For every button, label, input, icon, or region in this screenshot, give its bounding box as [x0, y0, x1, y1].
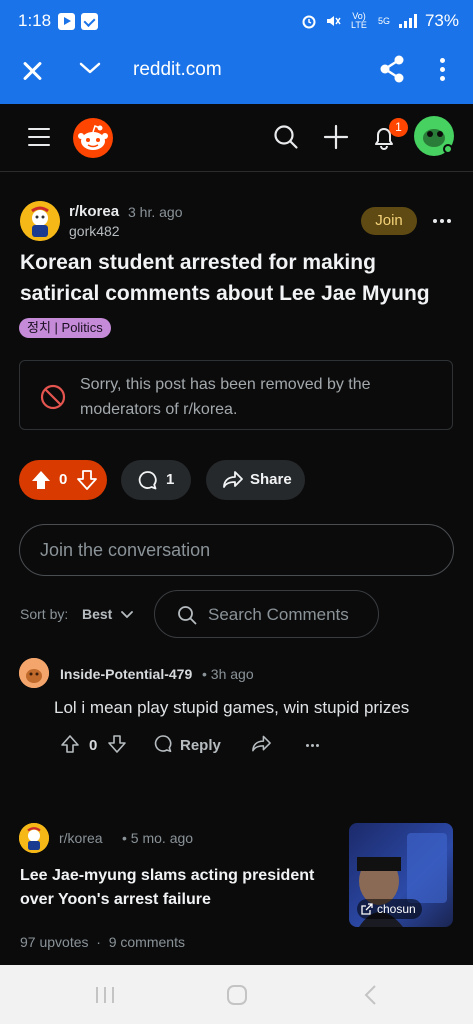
home-icon[interactable]: [226, 984, 248, 1006]
join-conversation-placeholder: Join the conversation: [40, 540, 211, 560]
post-author[interactable]: gork482: [69, 223, 120, 239]
removed-notice-text: Sorry, this post has been removed by the…: [80, 376, 371, 418]
mute-icon: [326, 16, 341, 26]
related-time: • 5 mo. ago: [122, 830, 194, 846]
user-avatar[interactable]: [414, 116, 454, 156]
search-comments-placeholder: Search Comments: [208, 605, 349, 624]
battery-percent: 73%: [424, 11, 459, 30]
comment-count: 1: [166, 471, 175, 488]
comment-time: • 3h ago: [202, 666, 254, 682]
sort-label: Sort by:: [20, 606, 69, 622]
signal-icon: [398, 14, 417, 28]
search-comments-input[interactable]: Search Comments: [154, 590, 379, 638]
comment-downvote-icon[interactable]: [107, 734, 127, 754]
create-post-icon[interactable]: [323, 124, 349, 150]
post-options-icon[interactable]: [433, 219, 451, 223]
overflow-menu-icon[interactable]: [440, 58, 446, 85]
source-badge[interactable]: chosun: [357, 899, 422, 919]
reddit-logo-icon[interactable]: [73, 118, 113, 158]
comment-options-icon[interactable]: [306, 744, 319, 747]
comments-button[interactable]: 1: [121, 460, 191, 500]
share-arrow-icon: [223, 471, 243, 488]
share-label: Share: [250, 471, 292, 488]
comment-body: Lol i mean play stupid games, win stupid…: [54, 698, 410, 717]
youtube-icon: [58, 13, 75, 30]
upvote-icon[interactable]: [31, 470, 51, 490]
vote-control: 0: [19, 460, 107, 500]
join-button[interactable]: Join: [361, 207, 417, 235]
related-stats: 97 upvotes · 9 comments: [20, 934, 185, 950]
chevron-down-icon[interactable]: [120, 607, 134, 621]
downvote-icon[interactable]: [77, 470, 97, 490]
back-icon[interactable]: [362, 984, 378, 1006]
network-5g: 5G: [377, 15, 390, 26]
post-title: Korean student arrested for making satir…: [20, 251, 430, 305]
system-nav-bar: [0, 965, 473, 1024]
status-time: 1:18: [18, 11, 52, 30]
removed-notice: Sorry, this post has been removed by the…: [19, 360, 453, 430]
external-link-icon: [361, 903, 373, 915]
search-icon: [178, 606, 197, 625]
comment-icon: [138, 471, 157, 490]
share-button[interactable]: Share: [206, 460, 305, 500]
network-lte: Vo) LTE: [351, 11, 367, 30]
reddit-header: 1: [0, 104, 473, 172]
status-right: Vo) LTE 5G 73%: [301, 11, 459, 31]
browser-toolbar: reddit.com: [0, 44, 473, 104]
reply-button[interactable]: Reply: [180, 737, 221, 754]
comment-share-icon[interactable]: [251, 734, 272, 754]
sort-dropdown[interactable]: Best: [82, 606, 112, 622]
search-icon[interactable]: [273, 124, 299, 150]
alarm-icon: [302, 15, 316, 29]
related-thumbnail[interactable]: chosun: [349, 823, 453, 927]
join-conversation-input[interactable]: Join the conversation: [19, 524, 454, 576]
comment-vote-count: 0: [89, 737, 98, 754]
comment-author[interactable]: Inside-Potential-479: [60, 666, 192, 682]
checkbox-icon: [81, 13, 98, 30]
url-text[interactable]: reddit.com: [133, 59, 222, 81]
close-icon[interactable]: [18, 57, 46, 85]
reply-icon[interactable]: [153, 734, 173, 754]
share-icon[interactable]: [378, 54, 406, 84]
notification-badge: 1: [389, 118, 408, 137]
subreddit-avatar[interactable]: [20, 201, 60, 241]
status-bar: 1:18 Vo) LTE 5G 73%: [0, 0, 473, 44]
recent-apps-icon[interactable]: [94, 985, 116, 1005]
post-time: 3 hr. ago: [128, 204, 183, 220]
status-left-icons: [58, 13, 98, 30]
related-subreddit-avatar[interactable]: [19, 823, 49, 853]
source-label: chosun: [377, 902, 416, 916]
post-flair[interactable]: 정치 | Politics: [19, 318, 111, 338]
vote-count: 0: [59, 471, 68, 488]
comment-upvote-icon[interactable]: [60, 734, 80, 754]
ban-icon: [40, 384, 66, 410]
related-title[interactable]: Lee Jae-myung slams acting president ove…: [20, 864, 340, 912]
post-subreddit[interactable]: r/korea: [69, 203, 119, 220]
chevron-down-icon[interactable]: [78, 56, 102, 80]
menu-icon[interactable]: [28, 128, 50, 152]
comment-avatar[interactable]: [19, 658, 49, 688]
related-subreddit[interactable]: r/korea: [59, 830, 103, 846]
